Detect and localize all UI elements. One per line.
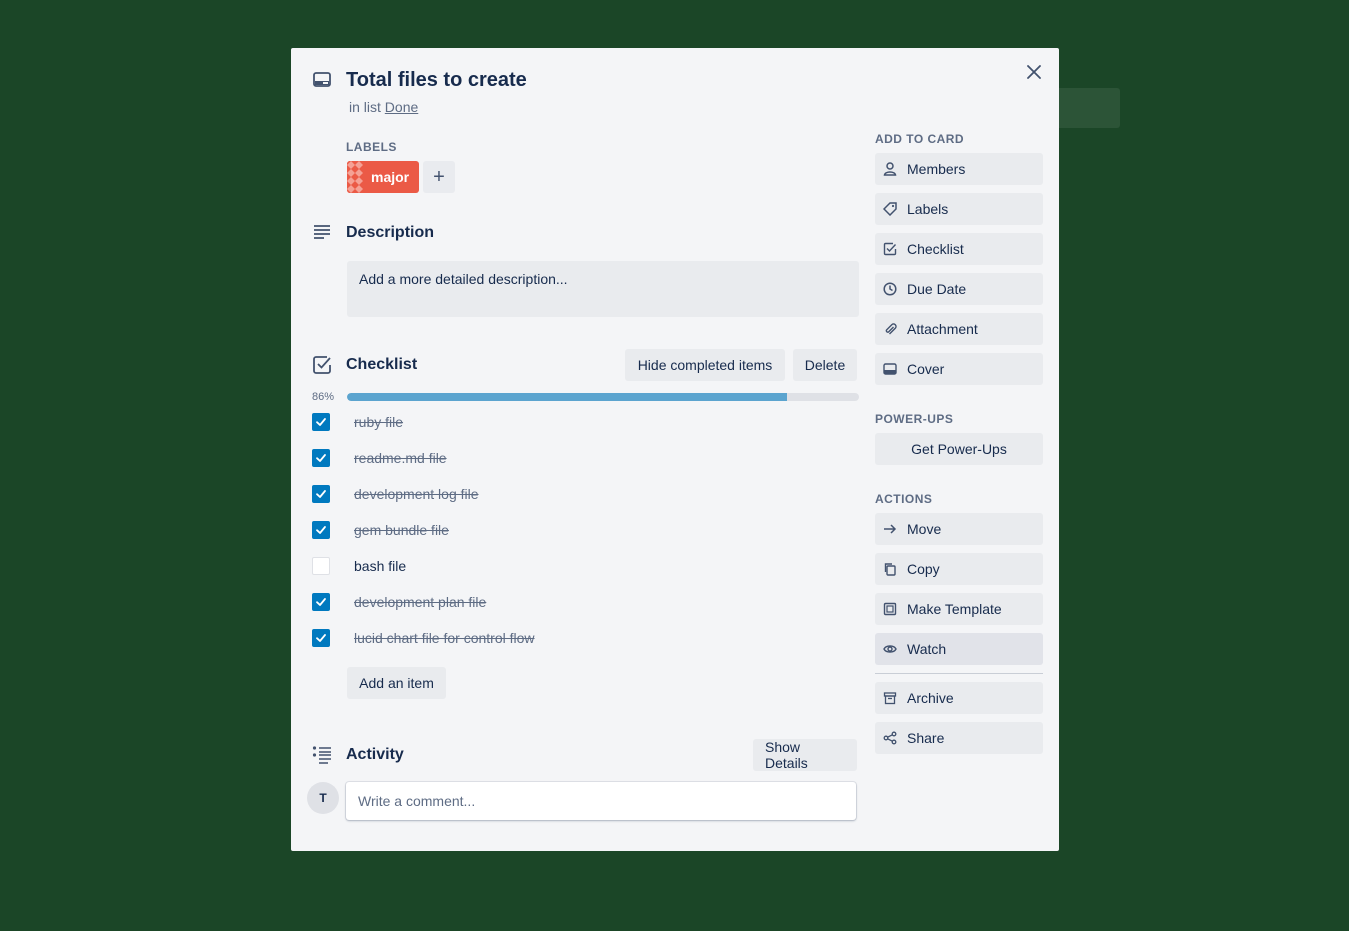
- avatar[interactable]: T: [307, 782, 339, 814]
- show-details-button[interactable]: Show Details: [753, 739, 857, 771]
- hide-completed-button[interactable]: Hide completed items: [625, 349, 785, 381]
- sidebar-button-label: Archive: [907, 690, 954, 706]
- power-ups-header: POWER-UPS: [875, 412, 954, 426]
- get-power-ups-button[interactable]: Get Power-Ups: [875, 433, 1043, 465]
- sidebar-move-button[interactable]: Move: [875, 513, 1043, 545]
- sidebar-button-label: Cover: [907, 361, 945, 377]
- sidebar-button-label: Make Template: [907, 601, 1002, 617]
- checklist-item[interactable]: readme.md file: [312, 440, 852, 476]
- checklist-item-text[interactable]: development plan file: [354, 594, 486, 610]
- checkbox-checked[interactable]: [312, 449, 330, 467]
- checkbox-checked[interactable]: [312, 413, 330, 431]
- checklist-item-text[interactable]: readme.md file: [354, 450, 447, 466]
- checklist-item[interactable]: development log file: [312, 476, 852, 512]
- checklist-item[interactable]: gem bundle file: [312, 512, 852, 548]
- checklist-item-text[interactable]: lucid chart file for control flow: [354, 630, 535, 646]
- sidebar-button-label: Move: [907, 521, 942, 537]
- list-breadcrumb: in list Done: [349, 99, 418, 115]
- cover-icon: [883, 362, 897, 376]
- checklist-item-text[interactable]: gem bundle file: [354, 522, 449, 538]
- sidebar-button-label: Labels: [907, 201, 949, 217]
- checklist-progress-fill: [347, 393, 788, 401]
- sidebar-copy-button[interactable]: Copy: [875, 553, 1043, 585]
- tag-icon: [883, 202, 897, 216]
- close-icon[interactable]: [1022, 60, 1046, 84]
- card-icon: [313, 72, 331, 88]
- sidebar-button-label: Checklist: [907, 241, 964, 257]
- label-pattern-icon: [347, 161, 365, 193]
- checkmark-icon: [316, 418, 326, 426]
- checklist-title: Checklist: [346, 356, 418, 373]
- checklist-item[interactable]: development plan file: [312, 584, 852, 620]
- label-text: major: [371, 169, 410, 185]
- checkbox-unchecked[interactable]: [312, 557, 330, 575]
- sidebar-cover-button[interactable]: Cover: [875, 353, 1043, 385]
- checklist-item-text[interactable]: development log file: [354, 486, 479, 502]
- sidebar-attachment-button[interactable]: Attachment: [875, 313, 1043, 345]
- checkbox-checked[interactable]: [312, 629, 330, 647]
- checkmark-icon: [316, 454, 326, 462]
- comment-input[interactable]: Write a comment...: [346, 782, 856, 820]
- eye-icon: [883, 642, 897, 656]
- checklist-item[interactable]: ruby file: [312, 404, 852, 440]
- sidebar-members-button[interactable]: Members: [875, 153, 1043, 185]
- copy-icon: [883, 562, 897, 576]
- checklist-item[interactable]: bash file: [312, 548, 852, 584]
- checklist-item[interactable]: lucid chart file for control flow: [312, 620, 852, 656]
- card-detail-modal: Total files to create in list Done LABEL…: [291, 48, 1059, 851]
- delete-checklist-button[interactable]: Delete: [793, 349, 857, 381]
- add-checklist-item-button[interactable]: Add an item: [347, 667, 446, 699]
- checkmark-icon: [316, 598, 326, 606]
- sidebar-checklist-button[interactable]: Checklist: [875, 233, 1043, 265]
- checklist-item-text[interactable]: ruby file: [354, 414, 403, 430]
- checkmark-icon: [316, 490, 326, 498]
- checklist-icon: [312, 355, 332, 375]
- checklist-icon: [883, 242, 897, 256]
- sidebar-watch-button[interactable]: Watch: [875, 633, 1043, 665]
- sidebar-share-button[interactable]: Share: [875, 722, 1043, 754]
- sidebar-labels-button[interactable]: Labels: [875, 193, 1043, 225]
- paperclip-icon: [883, 322, 897, 336]
- in-list-prefix: in list: [349, 99, 381, 115]
- description-input[interactable]: Add a more detailed description...: [347, 261, 859, 317]
- card-title[interactable]: Total files to create: [346, 69, 527, 92]
- sidebar-button-label: Due Date: [907, 281, 967, 297]
- checkbox-checked[interactable]: [312, 593, 330, 611]
- checklist-item-text[interactable]: bash file: [354, 558, 406, 574]
- sidebar-button-label: Copy: [907, 561, 940, 577]
- share-icon: [883, 731, 897, 745]
- description-icon: [312, 223, 332, 243]
- list-link[interactable]: Done: [385, 99, 418, 115]
- checkbox-checked[interactable]: [312, 485, 330, 503]
- checkmark-icon: [316, 634, 326, 642]
- add-label-button[interactable]: +: [423, 161, 455, 193]
- checklist-progress-bar: [347, 393, 859, 401]
- activity-title: Activity: [346, 746, 404, 763]
- actions-divider: [875, 673, 1043, 674]
- add-to-card-header: ADD TO CARD: [875, 132, 965, 146]
- arrow-right-icon: [883, 522, 897, 536]
- person-icon: [883, 162, 897, 176]
- actions-header: ACTIONS: [875, 492, 933, 506]
- activity-icon: [312, 745, 332, 765]
- sidebar-due-date-button[interactable]: Due Date: [875, 273, 1043, 305]
- checklist-percent: 86%: [312, 391, 335, 403]
- template-icon: [883, 602, 897, 616]
- clock-icon: [883, 282, 897, 296]
- sidebar-archive-button[interactable]: Archive: [875, 682, 1043, 714]
- sidebar-button-label: Attachment: [907, 321, 978, 337]
- sidebar-button-label: Members: [907, 161, 966, 177]
- sidebar-button-label: Watch: [907, 641, 947, 657]
- labels-header: LABELS: [346, 140, 397, 154]
- description-title: Description: [346, 224, 435, 241]
- checkbox-checked[interactable]: [312, 521, 330, 539]
- checkmark-icon: [316, 526, 326, 534]
- sidebar-make-template-button[interactable]: Make Template: [875, 593, 1043, 625]
- label-major[interactable]: major: [347, 161, 419, 193]
- archive-icon: [883, 691, 897, 705]
- sidebar-button-label: Share: [907, 730, 945, 746]
- plus-icon: +: [433, 165, 445, 188]
